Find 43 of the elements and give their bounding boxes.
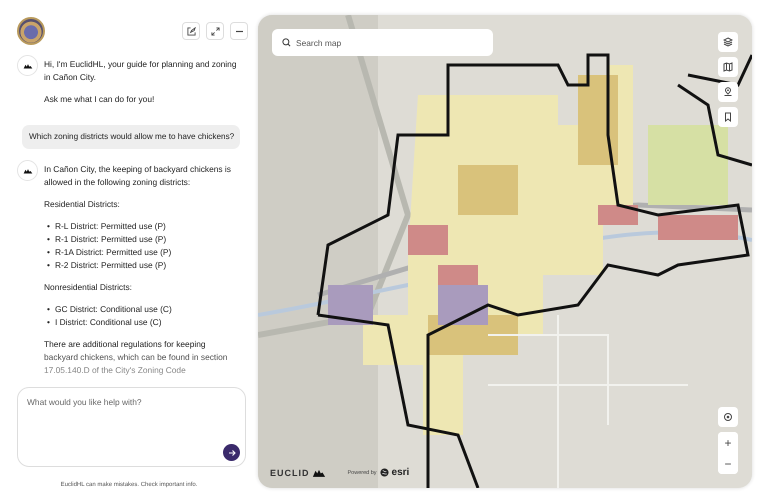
location-button[interactable] bbox=[718, 82, 738, 102]
locate-button[interactable] bbox=[718, 407, 738, 427]
bullet: • bbox=[47, 220, 50, 233]
basemap-button[interactable] bbox=[718, 57, 738, 77]
target-icon bbox=[723, 412, 733, 422]
brand-logo-text: EUCLID bbox=[270, 468, 310, 478]
provider-logo-text: esri bbox=[392, 467, 410, 478]
list-item: R-1A District: Permitted use (P) bbox=[54, 246, 172, 259]
layers-icon bbox=[723, 37, 733, 47]
map-icon bbox=[723, 62, 733, 72]
bookmark-button[interactable] bbox=[718, 107, 738, 127]
bullet: • bbox=[47, 233, 50, 246]
assistant-text: Nonresidential Districts: bbox=[44, 281, 133, 294]
globe-icon bbox=[380, 468, 389, 477]
message-input[interactable]: What would you like help with? bbox=[17, 387, 246, 467]
bullet: • bbox=[47, 259, 50, 272]
more-icon bbox=[234, 30, 244, 32]
list-item: GC District: Conditional use (C) bbox=[54, 303, 172, 316]
more-button[interactable] bbox=[230, 22, 248, 40]
list-item: I District: Conditional use (C) bbox=[54, 316, 162, 329]
list-item: R-2 District: Permitted use (P) bbox=[54, 259, 166, 272]
assistant-text: Ask me what I can do for you! bbox=[44, 93, 156, 106]
list-item: R-1 District: Permitted use (P) bbox=[54, 233, 166, 246]
arrow-right-icon bbox=[228, 448, 236, 456]
expand-icon bbox=[210, 26, 220, 36]
assistant-text: There are additional regulations for keeping backyard chickens, which can be found in section 17.05.140.D of the City's Zoning Code bbox=[44, 338, 228, 377]
logo-mark-icon bbox=[312, 468, 326, 477]
list-item: R-L District: Permitted use (P) bbox=[54, 220, 166, 233]
bookmark-icon bbox=[723, 112, 733, 122]
expand-button[interactable] bbox=[206, 22, 224, 40]
map-pin-icon bbox=[723, 87, 733, 97]
layers-button[interactable] bbox=[718, 32, 738, 52]
assistant-text: In Cañon City, the keeping of backyard chickens is allowed in the following zoning districts: bbox=[44, 163, 232, 189]
search-icon bbox=[282, 38, 291, 47]
search-field[interactable]: Search map bbox=[272, 29, 493, 56]
assistant-text: Residential Districts: bbox=[44, 198, 121, 211]
bullet: • bbox=[47, 316, 50, 329]
user-message: Which zoning districts would allow me to have chickens? bbox=[22, 125, 240, 149]
bullet: • bbox=[47, 246, 50, 259]
bullet: • bbox=[47, 303, 50, 316]
assistant-text: Hi, I'm EuclidHL, your guide for planning and zoning in Cañon City. bbox=[44, 58, 238, 84]
city-seal-logo bbox=[17, 17, 45, 45]
edit-button[interactable] bbox=[182, 22, 200, 40]
